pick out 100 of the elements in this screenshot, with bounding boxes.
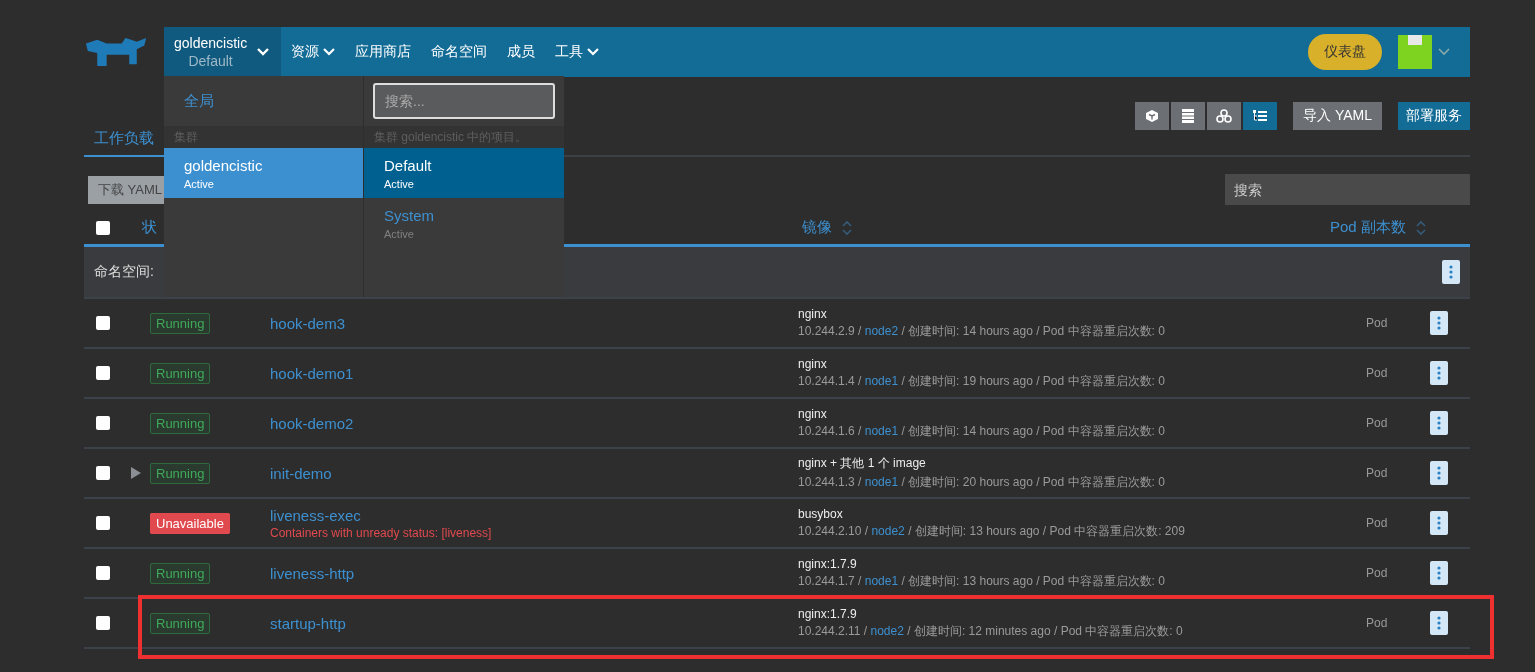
import-yaml-button[interactable]: 导入 YAML [1293, 102, 1382, 130]
workload-type: Pod [1366, 366, 1389, 380]
status-badge: Running [150, 413, 211, 434]
nav-menu-item[interactable]: 工具 [545, 43, 609, 61]
node-link[interactable]: node2 [864, 323, 899, 338]
list-icon [1181, 108, 1195, 124]
kebab-icon [1437, 616, 1441, 630]
workload-link[interactable]: hook-demo2 [270, 414, 798, 432]
download-yaml-button[interactable]: 下载 YAML [88, 175, 164, 204]
table-row[interactable]: Running hook-dem3 nginx 10.244.2.9 / node2 / 创建时间: 14 hours ago / Pod 中容器重启次数: 0 Pod [84, 299, 1470, 349]
project-item[interactable]: Default Active [364, 148, 564, 198]
sort-icon[interactable] [1415, 219, 1426, 236]
row-checkbox[interactable] [96, 466, 110, 480]
tree-list-icon [1252, 109, 1268, 123]
dashboard-button[interactable]: 仪表盘 [1308, 34, 1382, 70]
workload-link[interactable]: hook-demo1 [270, 364, 798, 382]
table-row[interactable]: Unavailable liveness-exec Containers with unready status: [liveness] busybox 10.244.2.10 / node2 / 创建时间: 13 hours ago / Pod 中容器重启次数: 209 Pod [84, 499, 1470, 549]
sort-icon[interactable] [842, 219, 852, 236]
expand-arrow-icon[interactable] [131, 467, 141, 479]
list-view-button[interactable] [1171, 102, 1205, 130]
project-item[interactable]: System Active [364, 198, 564, 248]
image-name: nginx [798, 356, 828, 371]
image-name: nginx + 其他 1 个 image [798, 455, 927, 472]
more-menu-button[interactable] [1430, 611, 1448, 635]
image-name: busybox [798, 506, 844, 521]
deploy-button[interactable]: 部署服务 [1398, 102, 1470, 130]
cluster-item[interactable]: goldencistic Active [164, 148, 363, 198]
node-link[interactable]: node1 [864, 373, 899, 388]
nav-menu-item[interactable]: 命名空间 [421, 43, 497, 61]
table-row[interactable]: Running init-demo nginx + 其他 1 个 image 10.244.1.3 / node1 / 创建时间: 20 hours ago / Pod 中容器重启次数: 0 Pod [84, 449, 1470, 499]
node-link[interactable]: node1 [864, 423, 899, 438]
row-checkbox[interactable] [96, 516, 110, 530]
table-row[interactable]: Running startup-http nginx:1.7.9 10.244.2.11 / node2 / 创建时间: 12 minutes ago / Pod 中容器重启次数: 0 Pod [84, 599, 1470, 649]
nav-menu-item[interactable]: 成员 [497, 43, 545, 61]
more-menu-button[interactable] [1442, 260, 1460, 284]
workload-type: Pod [1366, 416, 1389, 430]
pod-details: 10.244.1.4 / node1 / 创建时间: 19 hours ago / Pod 中容器重启次数: 0 [798, 372, 1166, 390]
global-link[interactable]: 全局 [173, 91, 214, 111]
kebab-icon [1437, 566, 1441, 580]
error-message: Containers with unready status: [liveness] [270, 525, 493, 540]
column-header[interactable]: 状 [142, 218, 157, 237]
kebab-icon [1437, 366, 1441, 380]
nav-menu-item[interactable]: 资源 [281, 43, 345, 61]
kebab-icon [1437, 516, 1441, 530]
workload-link[interactable]: liveness-exec [270, 506, 798, 524]
workload-link[interactable]: hook-dem3 [270, 314, 798, 332]
status-badge: Running [150, 363, 211, 384]
node-link[interactable]: node1 [864, 573, 899, 588]
node-link[interactable]: node2 [871, 523, 905, 538]
status-badge: Unavailable [150, 513, 230, 534]
table-row[interactable]: Running hook-demo1 nginx 10.244.1.4 / node1 / 创建时间: 19 hours ago / Pod 中容器重启次数: 0 Pod [84, 349, 1470, 399]
more-menu-button[interactable] [1430, 561, 1448, 585]
image-name: nginx [798, 406, 828, 421]
tree-view-button[interactable] [1243, 102, 1277, 130]
workload-type: Pod [1366, 466, 1389, 480]
pod-details: 10.244.2.10 / node2 / 创建时间: 13 hours ago / Pod 中容器重启次数: 209 [798, 522, 1186, 540]
workload-link[interactable]: startup-http [270, 614, 798, 632]
workload-type: Pod [1366, 566, 1389, 580]
node-link[interactable]: node2 [870, 623, 904, 638]
row-checkbox[interactable] [96, 316, 110, 330]
workload-type: Pod [1366, 316, 1389, 330]
row-checkbox[interactable] [96, 616, 110, 630]
workload-link[interactable]: liveness-http [270, 564, 798, 582]
pod-details: 10.244.2.9 / node2 / 创建时间: 14 hours ago / Pod 中容器重启次数: 0 [798, 322, 1166, 340]
more-menu-button[interactable] [1430, 361, 1448, 385]
more-menu-button[interactable] [1430, 511, 1448, 535]
status-badge: Running [150, 313, 211, 334]
search-field[interactable]: 搜索 [1225, 174, 1470, 205]
nav-menu-item[interactable]: 应用商店 [345, 43, 421, 61]
row-checkbox[interactable] [96, 566, 110, 580]
more-menu-button[interactable] [1430, 411, 1448, 435]
workload-type: Pod [1366, 516, 1389, 530]
row-checkbox[interactable] [96, 366, 110, 380]
nodes-view-button[interactable] [1207, 102, 1241, 130]
workload-link[interactable]: init-demo [270, 464, 798, 482]
project-selector[interactable]: goldencistic Default [164, 27, 281, 77]
node-link[interactable]: node1 [864, 475, 899, 489]
search-field[interactable]: 搜索... [373, 83, 555, 119]
workload-type: Pod [1366, 616, 1389, 630]
kebab-icon [1449, 265, 1453, 279]
table-row[interactable]: Running hook-demo2 nginx 10.244.1.6 / node1 / 创建时间: 14 hours ago / Pod 中容器重启次数: 0 Pod [84, 399, 1470, 449]
status-badge: Running [150, 463, 211, 484]
more-menu-button[interactable] [1430, 311, 1448, 335]
column-header[interactable]: Pod 副本数 [1330, 218, 1426, 237]
circles-icon [1216, 109, 1232, 123]
table-row[interactable]: Running liveness-http nginx:1.7.9 10.244.1.7 / node1 / 创建时间: 13 hours ago / Pod 中容器重启次数: 0 Pod [84, 549, 1470, 599]
pod-details: 10.244.1.7 / node1 / 创建时间: 13 hours ago / Pod 中容器重启次数: 0 [798, 572, 1166, 590]
image-name: nginx:1.7.9 [798, 606, 858, 621]
column-header[interactable]: 镜像 [802, 218, 852, 237]
cube-view-button[interactable] [1135, 102, 1169, 130]
select-all-checkbox[interactable] [96, 220, 110, 235]
image-name: nginx:1.7.9 [798, 556, 858, 571]
kebab-icon [1437, 466, 1441, 480]
row-checkbox[interactable] [96, 416, 110, 430]
kebab-icon [1437, 316, 1441, 330]
more-menu-button[interactable] [1430, 461, 1448, 485]
kebab-icon [1437, 416, 1441, 430]
chevron-down-icon[interactable] [1438, 48, 1450, 56]
cube-icon [1145, 109, 1159, 123]
pod-details: 10.244.1.6 / node1 / 创建时间: 14 hours ago / Pod 中容器重启次数: 0 [798, 422, 1166, 440]
